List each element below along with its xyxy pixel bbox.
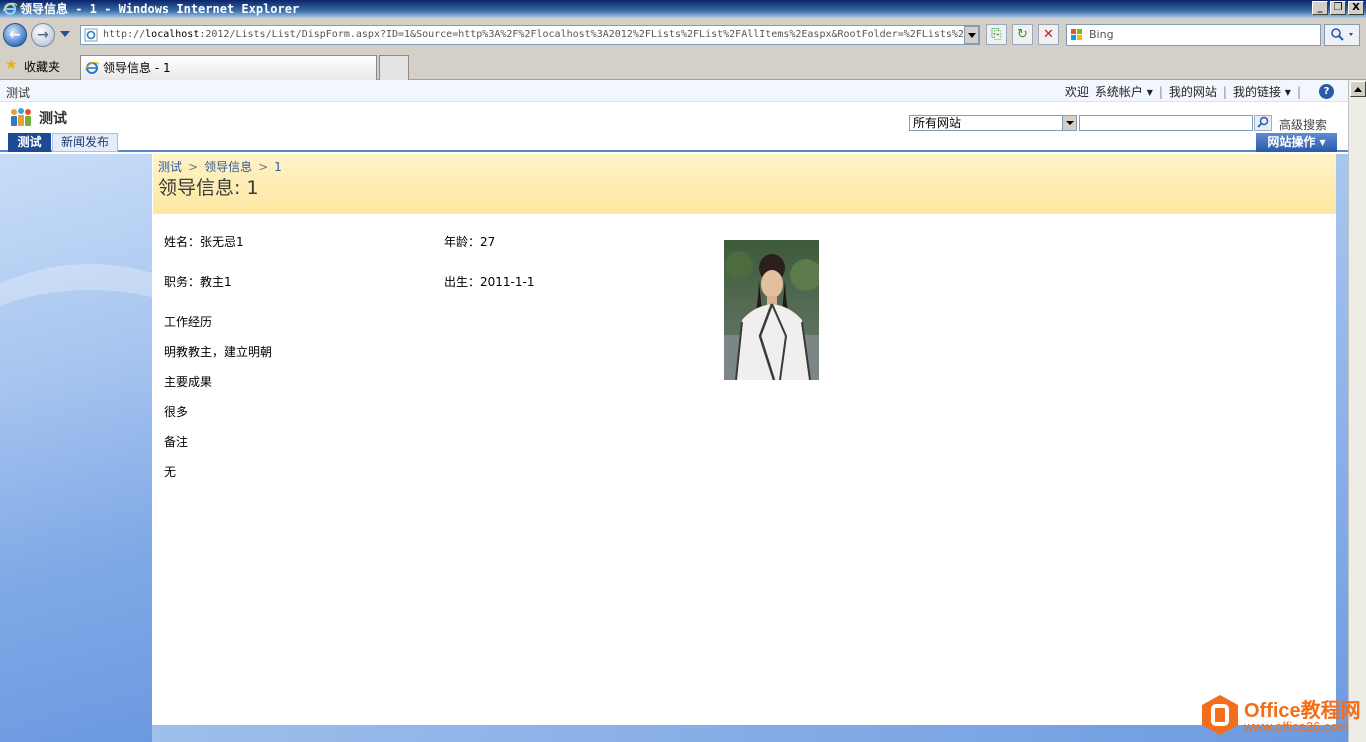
global-links-bar: 测试 欢迎 系统帐户 ▼ | 我的网站 | 我的链接 ▼ | ? (0, 80, 1348, 102)
search-input[interactable]: Bing (1066, 24, 1321, 46)
ie-window: 领导信息 - 1 - Windows Internet Explorer _ ❐… (0, 0, 1366, 742)
age-field: 年龄：27 (444, 235, 496, 249)
forward-button[interactable]: → (31, 23, 55, 47)
back-button[interactable]: ← (3, 23, 27, 47)
tab-title: 领导信息 - 1 (103, 61, 171, 75)
decorative-swoosh (0, 264, 152, 524)
caret-down-icon: ▼ (1146, 88, 1153, 97)
name-field: 姓名：张无忌1 (164, 235, 244, 249)
breadcrumb-list[interactable]: 领导信息 (204, 160, 252, 174)
favorites-bar: ★ 收藏夹 领导信息 - 1 (0, 52, 1366, 80)
minimize-button[interactable]: _ (1312, 1, 1328, 15)
item-display-form: 姓名：张无忌1 年龄：27 职务：教主1 出生：2011-1-1 工作经历 明教… (153, 214, 1336, 725)
left-navigation-pane (0, 154, 152, 742)
sharepoint-logo-icon (11, 108, 31, 126)
address-toolbar: ← → http://localhost:2012/Lists/List/Dis… (0, 18, 1366, 52)
search-scope-value: 所有网站 (913, 116, 962, 130)
address-host: localhost (145, 29, 200, 40)
bing-logo-icon (1071, 29, 1082, 40)
address-scheme: http:// (103, 29, 146, 40)
page-title: 领导信息: 1 (158, 177, 259, 199)
breadcrumb-item: 1 (274, 160, 282, 174)
experience-label: 工作经历 (164, 315, 213, 329)
global-links: 欢迎 系统帐户 ▼ | 我的网站 | 我的链接 ▼ | ? (1065, 83, 1334, 100)
caret-down-icon: ▼ (1284, 88, 1291, 97)
browser-tab-active[interactable]: 领导信息 - 1 (80, 55, 377, 80)
help-icon[interactable]: ? (1319, 84, 1334, 99)
office-logo-icon (1202, 695, 1238, 735)
page-title-band: 测试 > 领导信息 >1 领导信息: 1 (153, 154, 1336, 214)
refresh-icon[interactable]: ↻ (1012, 24, 1033, 45)
magnifier-icon (1257, 116, 1269, 128)
scroll-up-arrow-icon[interactable] (1350, 81, 1366, 97)
nav-tab-news[interactable]: 新闻发布 (52, 133, 118, 152)
chevron-down-icon (1062, 116, 1076, 130)
new-tab-button[interactable] (379, 55, 409, 80)
notes-value: 无 (164, 465, 177, 479)
notes-label: 备注 (164, 435, 189, 449)
caret-down-icon: ▼ (1319, 138, 1326, 147)
page-icon (84, 28, 98, 42)
site-actions-menu[interactable]: 网站操作 ▼ (1256, 133, 1337, 152)
close-button[interactable]: X (1348, 1, 1364, 15)
account-menu[interactable]: 系统帐户 ▼ (1095, 83, 1153, 100)
watermark-url: www.office26.com (1244, 719, 1349, 734)
birth-field: 出生：2011-1-1 (444, 275, 535, 289)
site-title-area: 测试 所有网站 高级搜索 (0, 102, 1348, 132)
address-bar[interactable]: http://localhost:2012/Lists/List/DispFor… (80, 25, 980, 45)
breadcrumb-separator: > (258, 160, 269, 174)
separator: | (1222, 84, 1227, 99)
separator: | (1296, 84, 1301, 99)
watermark: Office教程网 www.office26.com (1200, 691, 1366, 739)
address-dropdown-button[interactable] (964, 26, 979, 44)
ie-logo-icon (3, 2, 17, 16)
site-title[interactable]: 测试 (39, 108, 67, 128)
advanced-search-link[interactable]: 高级搜索 (1279, 116, 1327, 133)
account-label: 系统帐户 (1094, 85, 1143, 99)
stop-icon[interactable]: ✕ (1038, 24, 1059, 45)
history-dropdown-icon[interactable] (60, 31, 70, 37)
address-path: :2012/Lists/List/DispForm.aspx?ID=1&Sour… (199, 29, 964, 40)
magnifier-icon (1331, 28, 1353, 41)
compatibility-view-icon[interactable]: ⎘ (986, 24, 1007, 45)
vertical-scrollbar[interactable] (1348, 80, 1366, 742)
search-go-button[interactable] (1324, 24, 1360, 46)
favorites-button[interactable]: 收藏夹 (24, 58, 60, 75)
my-links-label: 我的链接 (1232, 85, 1281, 99)
position-field: 职务：教主1 (164, 275, 232, 289)
favorites-star-icon[interactable]: ★ (5, 57, 18, 73)
restore-button[interactable]: ❐ (1330, 1, 1346, 15)
experience-value: 明教教主，建立明朝 (164, 345, 273, 359)
my-links-menu[interactable]: 我的链接 ▼ (1233, 83, 1291, 100)
leader-photo (724, 240, 819, 380)
window-title-bar: 领导信息 - 1 - Windows Internet Explorer _ ❐… (0, 0, 1366, 18)
achievements-label: 主要成果 (164, 375, 213, 389)
my-site-link[interactable]: 我的网站 (1169, 83, 1217, 100)
sharepoint-page: 测试 欢迎 系统帐户 ▼ | 我的网站 | 我的链接 ▼ | ? 测试 所有网站… (0, 80, 1348, 742)
breadcrumb-site[interactable]: 测试 (158, 160, 182, 174)
right-border (1336, 154, 1348, 742)
window-title: 领导信息 - 1 - Windows Internet Explorer (20, 2, 300, 16)
breadcrumb-separator: > (188, 160, 199, 174)
nav-tab-home[interactable]: 测试 (8, 133, 51, 152)
site-search-button[interactable] (1254, 115, 1272, 131)
top-navigation: 测试 新闻发布 网站操作 ▼ (0, 132, 1348, 152)
separator: | (1158, 84, 1163, 99)
tab-page-icon (85, 61, 99, 74)
bottom-border (152, 725, 1348, 742)
achievements-value: 很多 (164, 405, 189, 419)
site-actions-label: 网站操作 (1267, 135, 1316, 149)
window-controls: _ ❐ X (1312, 1, 1364, 15)
search-scope-select[interactable]: 所有网站 (909, 115, 1077, 131)
site-search-input[interactable] (1079, 115, 1253, 131)
welcome-text: 欢迎 (1064, 85, 1089, 99)
site-crumb[interactable]: 测试 (6, 84, 30, 101)
